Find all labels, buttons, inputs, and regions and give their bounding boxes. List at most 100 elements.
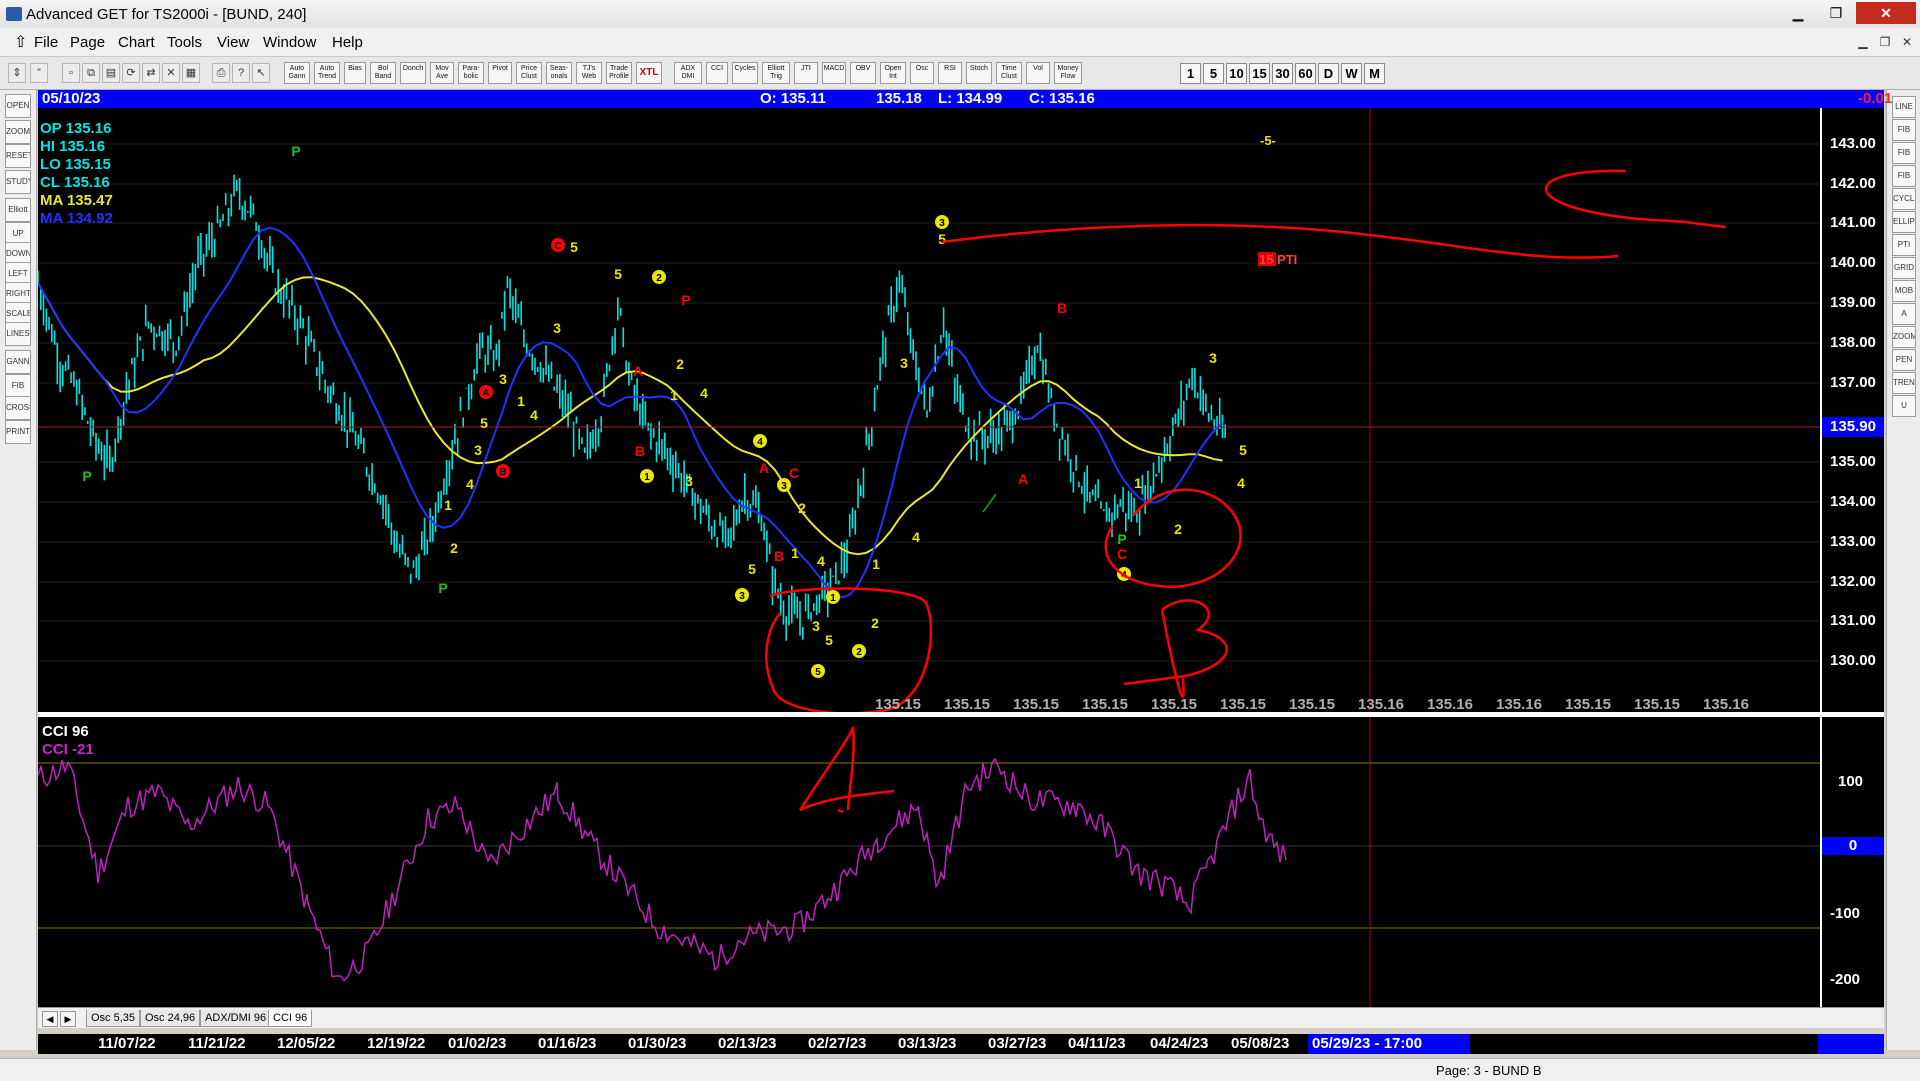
cci-chart[interactable]: CCI 96 CCI -21 (38, 717, 1820, 1007)
study-button-stoch[interactable]: Stoch (966, 62, 992, 84)
study-button-donch[interactable]: Donch (400, 62, 426, 84)
grid-icon[interactable]: ▦ (182, 63, 200, 83)
mdi-close-button[interactable]: ✕ (1896, 33, 1918, 51)
print-icon[interactable]: ⎙ (212, 63, 230, 83)
period-button-15[interactable]: 15 (1249, 63, 1270, 84)
study-button-auto-gann[interactable]: Auto Gann (284, 62, 310, 84)
study-button-tj-s-web[interactable]: TJ's Web (576, 62, 602, 84)
study-button-time-clust[interactable]: Time Clust (996, 62, 1022, 84)
menu-view[interactable]: View (217, 34, 249, 51)
price-chart[interactable]: ABC1234123435PPPP5353412143521 43ABP5A C21… (38, 108, 1820, 712)
drawing-tool-ellips-icon[interactable]: ELLIPS (1892, 211, 1916, 233)
study-button-pivot[interactable]: Pivot (488, 62, 512, 84)
study-button-macd[interactable]: MACD (822, 62, 846, 84)
study-button-cycles[interactable]: Cycles (732, 62, 758, 84)
wave-label: 5 (748, 561, 756, 577)
study-button-auto-trend[interactable]: Auto Trend (314, 62, 340, 84)
tool-lines-icon[interactable]: LINES (5, 322, 31, 346)
tool-elliott-icon[interactable]: Elliott (5, 198, 31, 222)
study-button-jti[interactable]: JTI (794, 62, 818, 84)
drawing-tool-fib-ext-icon[interactable]: FIB EXT (1892, 142, 1916, 164)
app-menu-icon[interactable]: ⇧ (14, 32, 27, 52)
paste-icon[interactable]: ▤ (102, 63, 120, 83)
tool-zoom-icon[interactable]: ZOOM (5, 120, 31, 144)
tool-print-icon[interactable]: PRINT (5, 420, 31, 444)
context-help-icon[interactable]: ↖ (252, 63, 270, 83)
close-button[interactable]: ✕ (1856, 2, 1916, 24)
quote-icon[interactable]: ” (30, 63, 48, 83)
menu-help[interactable]: Help (332, 34, 363, 51)
link-icon[interactable]: ⇄ (142, 63, 160, 83)
study-button-obv[interactable]: OBV (850, 62, 876, 84)
tab-osc-5-35[interactable]: Osc 5,35 (86, 1010, 141, 1027)
study-button-para-bolic[interactable]: Para- bolic (458, 62, 484, 84)
price-pane[interactable]: ABC1234123435PPPP535341214352143ABP5AC21… (38, 108, 1820, 712)
wave-marker-label: 4 (757, 437, 763, 448)
tab-scroll-right-icon[interactable]: ▶ (60, 1011, 76, 1027)
study-button-mov-ave[interactable]: Mov Ave (430, 62, 454, 84)
menu-page[interactable]: Page (70, 34, 105, 51)
period-button-10[interactable]: 10 (1226, 63, 1247, 84)
tab-cci-96[interactable]: CCI 96 (268, 1010, 313, 1027)
drawing-tool-a-icon[interactable]: A (1892, 303, 1916, 325)
copy-icon[interactable]: ⧉ (82, 63, 100, 83)
tool-fib-icon[interactable]: FIB (5, 374, 31, 398)
pointer-icon[interactable]: ⇕ (8, 63, 26, 83)
tool-open-icon[interactable]: OPEN (5, 94, 31, 118)
study-button-price-clust[interactable]: Price Clust (516, 62, 542, 84)
drawing-tool-u-icon[interactable]: U (1892, 395, 1916, 417)
study-button-trade-profile[interactable]: Trade Profile (606, 62, 632, 84)
menu-file[interactable]: File (34, 34, 58, 51)
period-button-5[interactable]: 5 (1203, 63, 1224, 84)
header-close: C: 135.16 (1029, 90, 1095, 107)
tool-study-icon[interactable]: STUDY (5, 170, 31, 194)
study-button-elliott-trig[interactable]: Elliott Trig (762, 62, 790, 84)
drawing-tool-pti-icon[interactable]: PTI (1892, 234, 1916, 256)
period-button-30[interactable]: 30 (1272, 63, 1293, 84)
drawing-tool-grid-icon[interactable]: GRID (1892, 257, 1916, 279)
study-button-xtl[interactable]: XTL (636, 62, 662, 84)
new-icon[interactable]: ▫ (62, 63, 80, 83)
mdi-restore-button[interactable]: ❐ (1874, 33, 1896, 51)
refresh-icon[interactable]: ⟳ (122, 63, 140, 83)
period-button-1[interactable]: 1 (1180, 63, 1201, 84)
study-button-osc[interactable]: Osc (910, 62, 934, 84)
menu-chart[interactable]: Chart (118, 34, 155, 51)
period-button-d[interactable]: D (1318, 63, 1339, 84)
study-button-bias[interactable]: Bias (344, 62, 366, 84)
tab-osc-24-96[interactable]: Osc 24,96 (140, 1010, 201, 1027)
delete-icon[interactable]: ✕ (162, 63, 180, 83)
minimize-button[interactable]: ▁ (1780, 2, 1816, 24)
tool-reset-icon[interactable]: RESET (5, 144, 31, 168)
drawing-tool-line-icon[interactable]: LINE (1892, 96, 1916, 118)
drawing-tool-mob-icon[interactable]: MOB (1892, 280, 1916, 302)
tool-gann-icon[interactable]: GANN (5, 350, 31, 374)
drawing-tool-cycle-icon[interactable]: CYCLE (1892, 188, 1916, 210)
study-button-money-flow[interactable]: Money Flow (1054, 62, 1082, 84)
menu-window[interactable]: Window (263, 34, 316, 51)
study-button-open-int[interactable]: Open Int (880, 62, 906, 84)
menu-tools[interactable]: Tools (167, 34, 202, 51)
wave-label: 4 (912, 529, 920, 545)
drawing-tool-pen-icon[interactable]: PEN (1892, 349, 1916, 371)
drawing-tool-zoom-icon[interactable]: ZOOM (1892, 326, 1916, 348)
maximize-button[interactable]: ❐ (1818, 2, 1854, 24)
drawing-tool-fib-time-icon[interactable]: FIB TIME (1892, 165, 1916, 187)
study-button-seas-onals[interactable]: Seas- onals (546, 62, 572, 84)
period-button-w[interactable]: W (1341, 63, 1362, 84)
tool-cross-icon[interactable]: CROSS (5, 396, 31, 420)
mdi-minimize-button[interactable]: ▁ (1852, 33, 1874, 51)
drawing-tool-trend-icon[interactable]: TREND (1892, 372, 1916, 394)
study-button-vol[interactable]: Vol (1026, 62, 1050, 84)
study-button-bol-band[interactable]: Bol Band (370, 62, 396, 84)
help-icon[interactable]: ? (232, 63, 250, 83)
study-button-rsi[interactable]: RSI (938, 62, 962, 84)
tab-adx-dmi-96[interactable]: ADX/DMI 96 (200, 1010, 272, 1027)
study-button-adx-dmi[interactable]: ADX DMI (674, 62, 702, 84)
period-button-m[interactable]: M (1364, 63, 1385, 84)
tab-scroll-left-icon[interactable]: ◀ (42, 1011, 58, 1027)
drawing-tool-fib-ret-icon[interactable]: FIB RET (1892, 119, 1916, 141)
oscillator-pane[interactable]: CCI 96 CCI -21 (38, 717, 1820, 1007)
period-button-60[interactable]: 60 (1295, 63, 1316, 84)
study-button-cci[interactable]: CCI (706, 62, 728, 84)
